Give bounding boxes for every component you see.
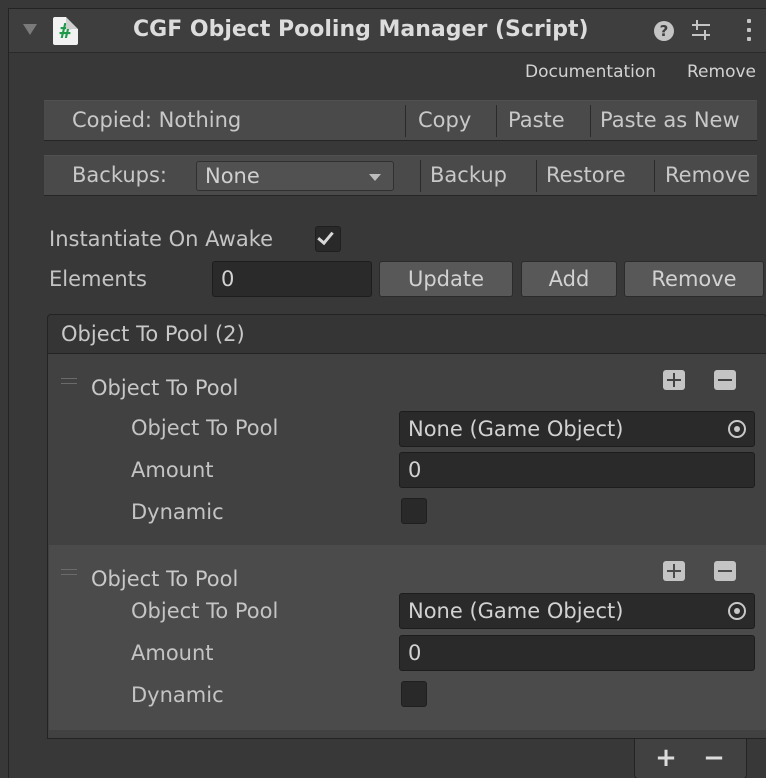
component-header[interactable]: # CGF Object Pooling Manager (Script) ? [9,9,766,53]
elements-label: Elements [49,267,147,291]
object-field-value: None (Game Object) [408,417,624,441]
copy-button[interactable]: Copy [418,101,471,141]
object-field-value: None (Game Object) [408,599,624,623]
dropdown-arrow-icon [369,174,381,181]
foldout-arrow-icon[interactable] [23,24,37,35]
list-item-title[interactable]: Object To Pool [91,567,238,591]
amount-label: Amount [131,641,214,665]
script-icon: # [53,17,78,45]
add-list-item-button[interactable]: + [651,743,681,773]
remove-element-icon[interactable] [714,370,736,390]
amount-label: Amount [131,458,214,482]
dynamic-label: Dynamic [131,500,224,524]
list-header-label: Object To Pool (2) [61,322,245,346]
checkmark-icon [317,227,334,246]
remove-component-link[interactable]: Remove [687,62,756,82]
object-to-pool-label: Object To Pool [131,599,279,623]
update-button[interactable]: Update [379,261,513,297]
backups-selected: None [205,164,260,188]
add-button[interactable]: Add [521,261,617,297]
list-footer: + − [634,739,747,778]
paste-button[interactable]: Paste [508,101,565,141]
dynamic-label: Dynamic [131,683,224,707]
dynamic-checkbox[interactable] [401,681,427,707]
copied-status: Copied: Nothing [72,108,242,132]
object-picker-icon[interactable] [728,420,746,438]
list-item: Object To Pool Object To Pool None (Game… [49,354,766,539]
remove-element-icon[interactable] [714,561,736,581]
inspector-component-panel: # CGF Object Pooling Manager (Script) ? … [8,8,766,778]
add-element-icon[interactable] [663,561,685,581]
amount-input[interactable]: 0 [399,452,755,488]
instantiate-on-awake-label: Instantiate On Awake [49,227,274,251]
list-item: Object To Pool Object To Pool None (Game… [49,545,766,730]
preset-icon[interactable] [690,19,712,41]
list-item-title[interactable]: Object To Pool [91,376,238,400]
kebab-menu-icon[interactable] [746,19,752,43]
restore-button[interactable]: Restore [546,156,626,196]
drag-handle-icon[interactable] [61,569,77,575]
object-to-pool-label: Object To Pool [131,416,279,440]
backups-label: Backups: [72,163,167,187]
backups-dropdown[interactable]: None [196,161,394,191]
remove-list-item-button[interactable]: − [699,743,729,773]
help-icon[interactable]: ? [654,21,674,41]
amount-input[interactable]: 0 [399,635,755,671]
backup-bar: Backups: None Backup Restore Remove [44,155,757,196]
add-element-icon[interactable] [663,370,685,390]
paste-as-new-button[interactable]: Paste as New [600,101,740,141]
dynamic-checkbox[interactable] [401,498,427,524]
object-to-pool-list-header[interactable]: Object To Pool (2) [47,314,766,354]
component-title: CGF Object Pooling Manager (Script) [133,17,589,42]
object-to-pool-list: Object To Pool Object To Pool None (Game… [47,354,766,739]
drag-handle-icon[interactable] [61,378,77,384]
remove-backup-button[interactable]: Remove [665,156,750,196]
documentation-link[interactable]: Documentation [525,62,656,82]
object-to-pool-field[interactable]: None (Game Object) [399,411,755,447]
instantiate-on-awake-checkbox[interactable] [315,226,341,252]
copy-bar: Copied: Nothing Copy Paste Paste as New [44,100,757,141]
backup-button[interactable]: Backup [430,156,507,196]
object-to-pool-field[interactable]: None (Game Object) [399,593,755,629]
remove-button[interactable]: Remove [624,261,764,297]
elements-input[interactable]: 0 [212,261,372,297]
object-picker-icon[interactable] [728,602,746,620]
